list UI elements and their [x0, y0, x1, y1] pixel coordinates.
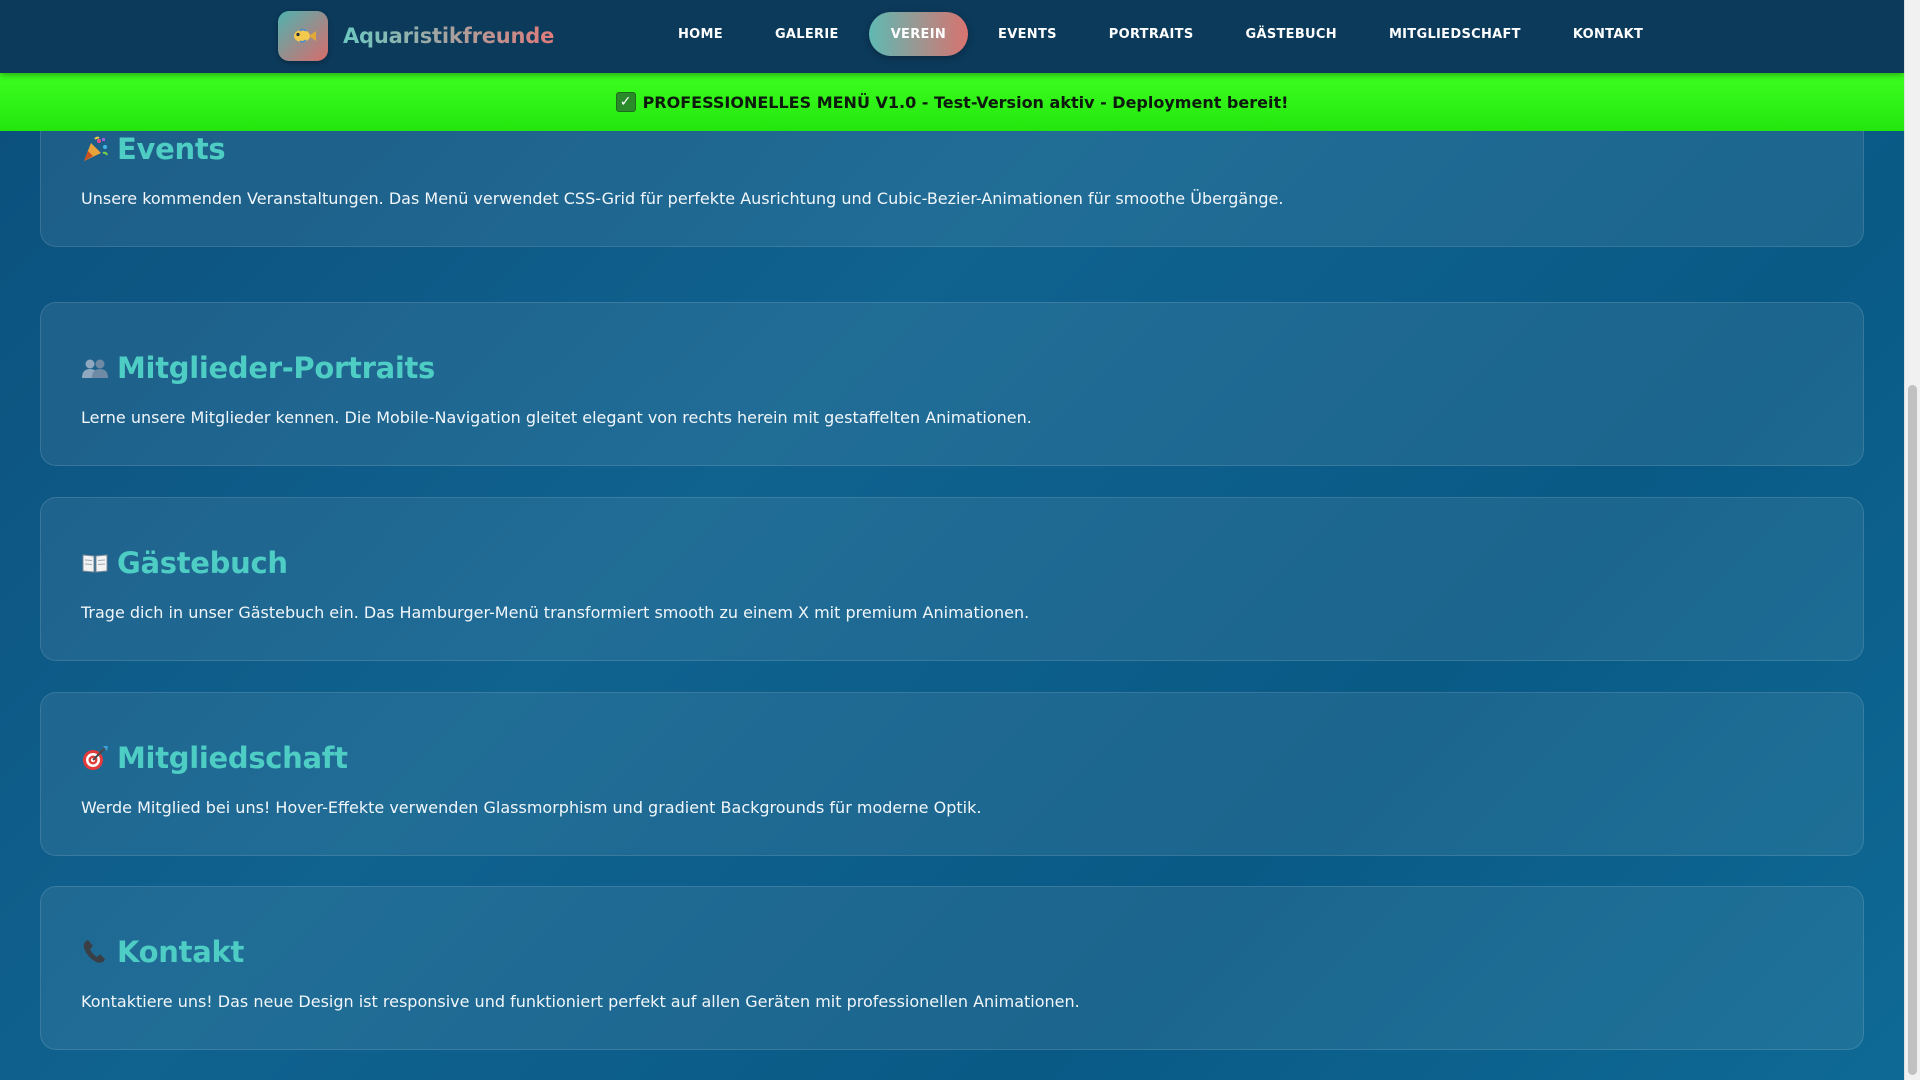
section-text: Trage dich in unser Gästebuch ein. Das H…	[81, 603, 1030, 622]
section-title-row: Mitgliedschaft	[81, 741, 348, 775]
nav-item-verein[interactable]: VEREIN	[868, 12, 969, 56]
nav-item-mitgliedschaft[interactable]: MITGLIEDSCHAFT	[1363, 12, 1547, 56]
section-text: Unsere kommenden Veranstaltungen. Das Me…	[81, 189, 1284, 208]
section-title-row: Mitglieder-Portraits	[81, 351, 435, 385]
check-icon: ✓	[615, 92, 636, 112]
section-title-row: Kontakt	[81, 935, 244, 969]
status-banner: ✓ PROFESSIONELLES MENÜ V1.0 - Test-Versi…	[0, 73, 1904, 131]
phone-icon	[81, 938, 109, 966]
brand-name[interactable]: Aquaristikfreunde	[343, 24, 554, 48]
section-title-row: Events	[81, 132, 226, 166]
nav-item-portraits[interactable]: PORTRAITS	[1083, 12, 1220, 56]
section-text: Kontaktiere uns! Das neue Design ist res…	[81, 992, 1080, 1011]
section-card-guestbook: Gästebuch Trage dich in unser Gästebuch …	[40, 497, 1864, 661]
section-title: Mitgliedschaft	[117, 741, 348, 775]
nav-item-kontakt[interactable]: KONTAKT	[1547, 12, 1669, 56]
section-text: Lerne unsere Mitglieder kennen. Die Mobi…	[81, 408, 1032, 427]
section-title: Gästebuch	[117, 546, 288, 580]
main-menu: HOME GALERIE VEREIN EVENTS PORTRAITS GÄS…	[652, 12, 1669, 56]
section-card-contact: Kontakt Kontaktiere uns! Das neue Design…	[40, 886, 1864, 1050]
people-icon	[81, 354, 109, 382]
section-title: Mitglieder-Portraits	[117, 351, 436, 385]
section-title: Events	[117, 132, 226, 166]
banner-text: PROFESSIONELLES MENÜ V1.0 - Test-Version…	[642, 92, 1289, 112]
page-viewport: Events Unsere kommenden Veranstaltungen.…	[0, 0, 1904, 1080]
section-title-row: Gästebuch	[81, 546, 288, 580]
nav-item-events[interactable]: EVENTS	[972, 12, 1083, 56]
party-popper-icon	[81, 135, 109, 163]
section-text: Werde Mitglied bei uns! Hover-Effekte ve…	[81, 798, 982, 817]
nav-item-home[interactable]: HOME	[652, 12, 749, 56]
section-title: Kontakt	[117, 935, 245, 969]
scrollbar-thumb[interactable]	[1908, 385, 1917, 1075]
top-navigation: Aquaristikfreunde HOME GALERIE VEREIN EV…	[0, 0, 1904, 73]
brand[interactable]: Aquaristikfreunde	[278, 11, 554, 61]
fish-icon[interactable]	[278, 11, 328, 61]
target-icon	[81, 744, 109, 772]
vertical-scrollbar[interactable]	[1904, 0, 1920, 1080]
nav-item-gaestebuch[interactable]: GÄSTEBUCH	[1220, 12, 1363, 56]
section-card-membership: Mitgliedschaft Werde Mitglied bei uns! H…	[40, 692, 1864, 856]
book-icon	[81, 549, 109, 577]
nav-item-galerie[interactable]: GALERIE	[749, 12, 865, 56]
section-card-portraits: Mitglieder-Portraits Lerne unsere Mitgli…	[40, 302, 1864, 466]
